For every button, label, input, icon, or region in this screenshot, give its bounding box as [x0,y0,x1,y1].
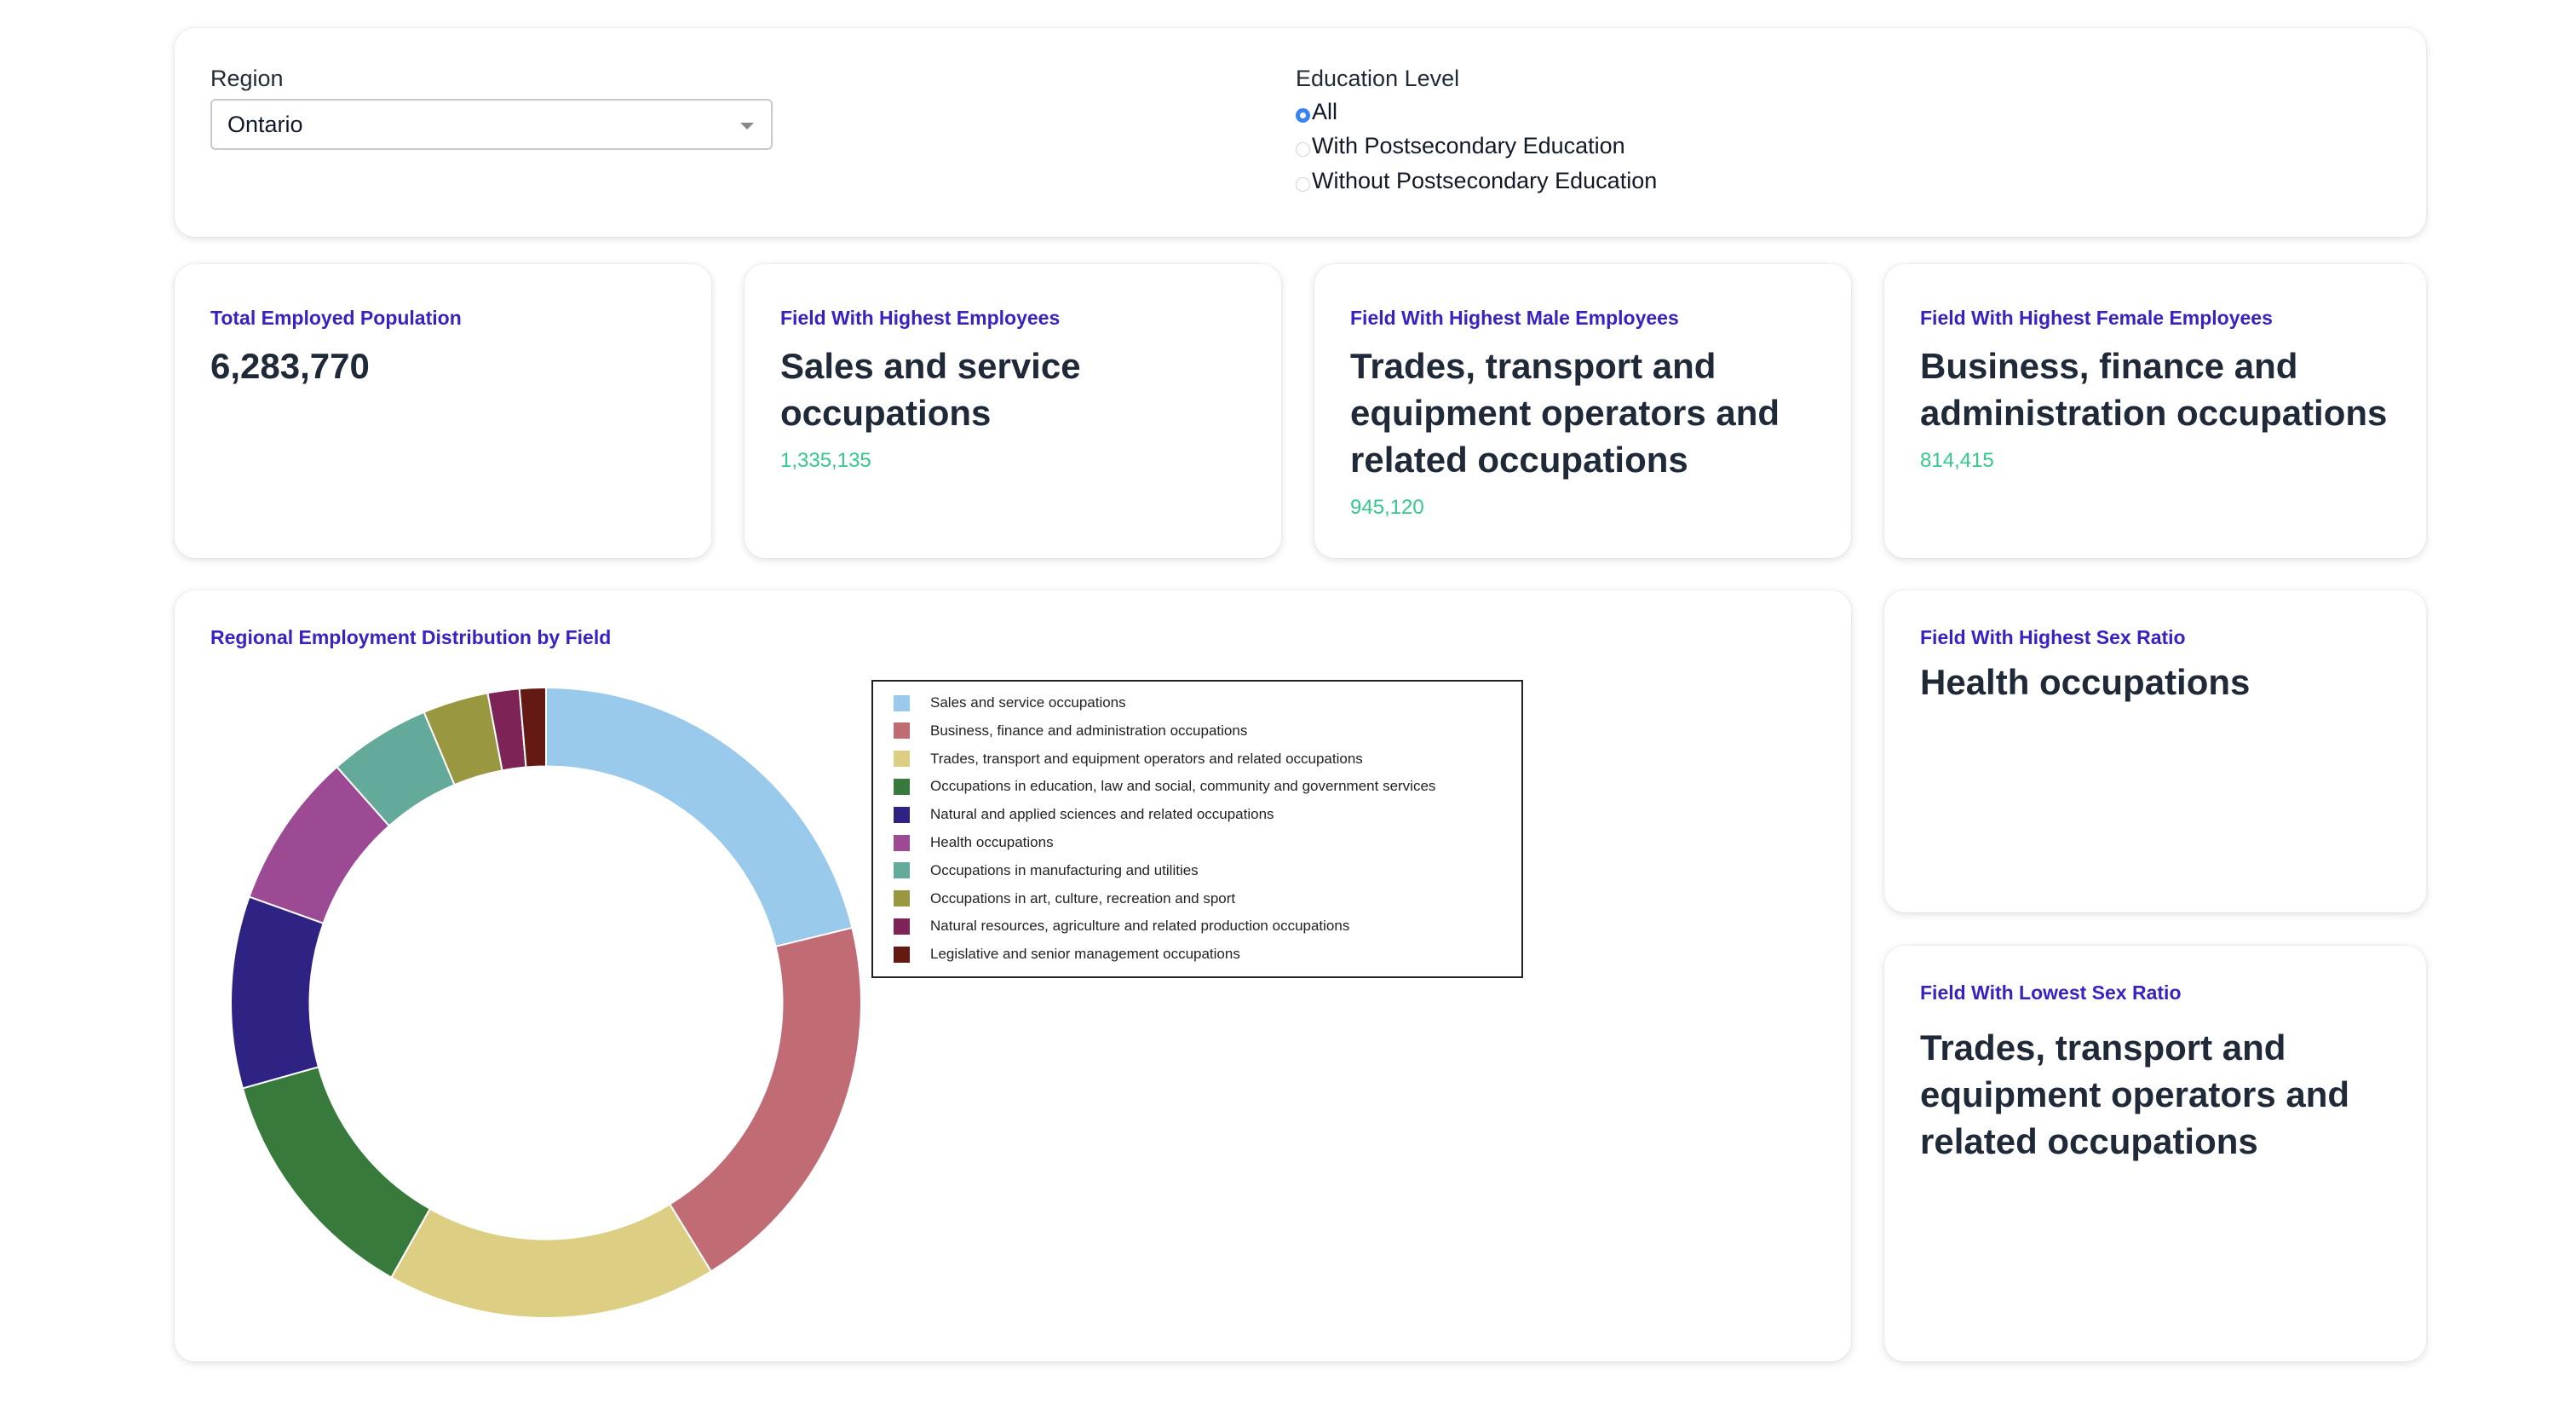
highest-employees-card: Field With Highest Employees Sales and s… [745,264,1281,558]
radio-option-with-postsecondary[interactable]: With Postsecondary Education [1296,133,1625,159]
legend-swatch [894,806,910,823]
legend-swatch [894,751,910,768]
legend-label: Occupations in art, culture, recreation … [930,889,1236,907]
legend-item[interactable]: Business, finance and administration occ… [894,722,1247,740]
radio-option-with-postsecondary-label: With Postsecondary Education [1312,133,1625,158]
total-employed-card: Total Employed Population 6,283,770 [175,264,711,558]
donut-slice[interactable] [230,895,325,1090]
legend-swatch [894,946,910,963]
highest-employees-title: Field With Highest Employees [780,307,1061,329]
donut-slice[interactable] [389,1203,713,1319]
radio-option-without-postsecondary-label: Without Postsecondary Education [1312,168,1658,193]
highest-female-value: Business, finance and administration occ… [1920,346,2388,433]
radio-option-all[interactable]: All [1296,99,1337,125]
legend-swatch [894,778,910,795]
legend-item[interactable]: Occupations in education, law and social… [894,778,1435,795]
legend-item[interactable]: Occupations in manufacturing and utiliti… [894,862,1199,879]
legend-label: Health occupations [930,834,1054,850]
region-select-value: Ontario [227,111,303,137]
donut-slice[interactable] [668,926,862,1273]
legend-swatch [894,918,910,935]
legend-swatch [894,890,910,907]
legend-item[interactable]: Natural resources, agriculture and relat… [894,918,1349,935]
highest-female-card: Field With Highest Female Employees Busi… [1884,264,2426,558]
legend-swatch [894,722,910,740]
legend-label: Occupations in manufacturing and utiliti… [930,861,1199,878]
highest-sex-ratio-value: Health occupations [1920,662,2251,702]
legend-label: Natural resources, agriculture and relat… [930,918,1350,935]
lowest-sex-ratio-value: Trades, transport and equipment operator… [1920,1027,2350,1161]
total-employed-value: 6,283,770 [210,346,370,386]
donut-slice[interactable] [545,686,854,948]
lowest-sex-ratio-card: Field With Lowest Sex Ratio Trades, tran… [1884,946,2426,1361]
highest-male-value: Trades, transport and equipment operator… [1350,346,1780,480]
legend-label: Sales and service occupations [930,694,1126,711]
legend-label: Natural and applied sciences and related… [930,806,1274,823]
highest-male-title: Field With Highest Male Employees [1350,307,1679,329]
legend-item[interactable]: Health occupations [894,834,1054,851]
legend-item[interactable]: Sales and service occupations [894,694,1126,711]
highest-male-count: 945,120 [1350,496,1424,519]
legend-item[interactable]: Occupations in art, culture, recreation … [894,890,1235,907]
filter-card: Region Ontario Education Level All With … [175,28,2426,237]
chevron-down-icon[interactable] [740,123,754,130]
radio-option-without-postsecondary[interactable]: Without Postsecondary Education [1296,168,1657,194]
highest-sex-ratio-title: Field With Highest Sex Ratio [1920,626,2186,648]
highest-female-title: Field With Highest Female Employees [1920,307,2273,329]
highest-employees-value: Sales and service occupations [780,346,1081,433]
radio-all[interactable] [1296,108,1310,123]
donut-chart[interactable] [222,679,870,1327]
legend-swatch [894,862,910,879]
legend-item[interactable]: Trades, transport and equipment operator… [894,751,1363,768]
legend-label: Occupations in education, law and social… [930,778,1436,795]
legend-swatch [894,834,910,851]
highest-female-count: 814,415 [1920,449,1994,472]
chart-legend: Sales and service occupations Business, f… [871,680,1523,978]
legend-swatch [894,694,910,711]
legend-label: Trades, transport and equipment operator… [930,750,1363,767]
highest-employees-count: 1,335,135 [780,449,871,472]
lowest-sex-ratio-title: Field With Lowest Sex Ratio [1920,981,2182,1004]
legend-item[interactable]: Legislative and senior management occupa… [894,946,1240,963]
region-select[interactable]: Ontario [210,99,773,150]
chart-title: Regional Employment Distribution by Fiel… [210,626,612,648]
chart-card: Regional Employment Distribution by Fiel… [175,590,1851,1361]
highest-male-card: Field With Highest Male Employees Trades… [1314,264,1851,558]
legend-label: Business, finance and administration occ… [930,722,1248,739]
radio-without-postsecondary[interactable] [1296,177,1310,192]
total-employed-title: Total Employed Population [210,307,462,329]
education-level-label: Education Level [1296,66,1460,91]
legend-label: Legislative and senior management occupa… [930,946,1240,963]
legend-item[interactable]: Natural and applied sciences and related… [894,806,1274,823]
highest-sex-ratio-card: Field With Highest Sex Ratio Health occu… [1884,590,2426,912]
radio-with-postsecondary[interactable] [1296,142,1310,157]
radio-option-all-label: All [1312,99,1338,124]
donut-slice[interactable] [241,1066,432,1279]
region-label: Region [210,66,284,91]
